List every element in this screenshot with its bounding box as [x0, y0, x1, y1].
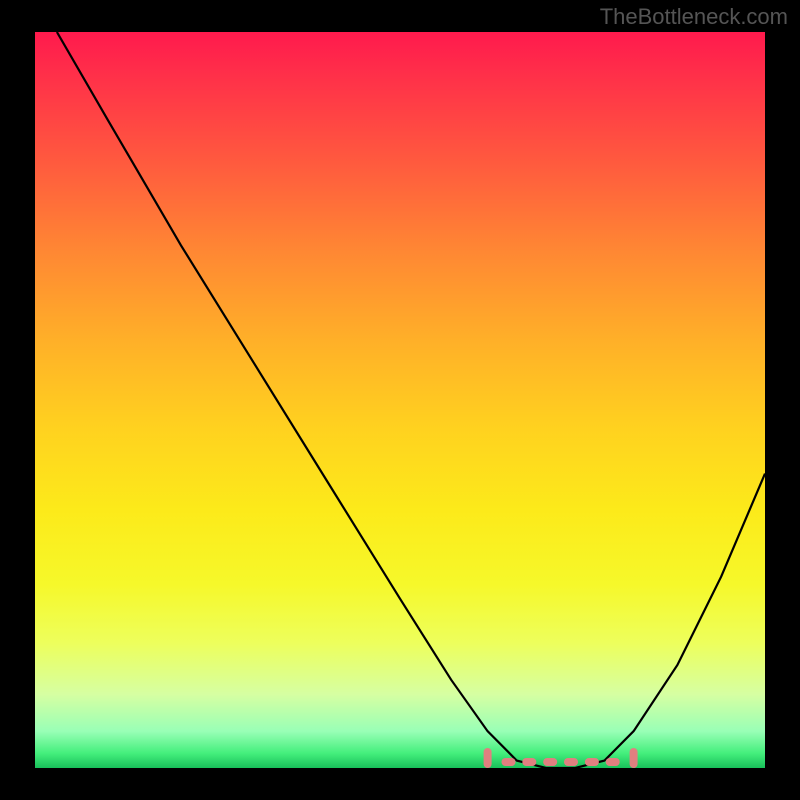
flat-region-dash [585, 758, 599, 766]
flat-region-dash [606, 758, 620, 766]
curve-svg [35, 32, 765, 768]
flat-region-dash [543, 758, 557, 766]
flat-region-dash [502, 758, 516, 766]
chart-plot-area [35, 32, 765, 768]
flat-region-dash [522, 758, 536, 766]
flat-region-cap [630, 748, 638, 768]
watermark-text: TheBottleneck.com [600, 4, 788, 30]
flat-region-dash [564, 758, 578, 766]
flat-region-cap [484, 748, 492, 768]
bottleneck-curve-path [57, 32, 765, 768]
